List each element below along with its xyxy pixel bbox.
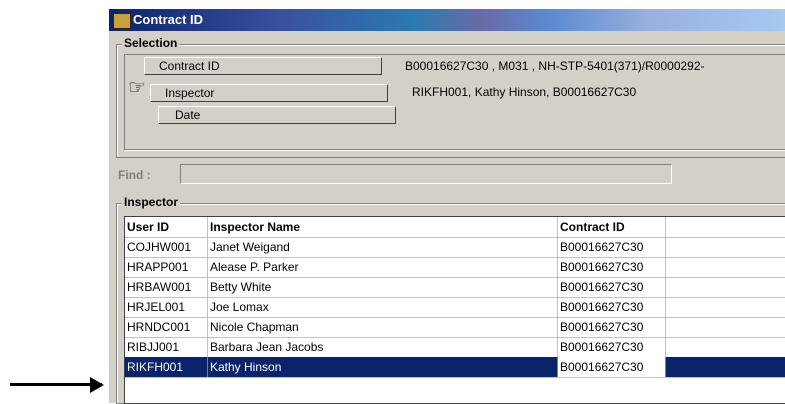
- find-input[interactable]: [180, 164, 672, 184]
- user-id-cell: HRAPP001: [125, 257, 208, 277]
- inspector-name-cell: Betty White: [208, 277, 558, 297]
- table-row[interactable]: HRNDC001 Nicole Chapman B00016627C30: [125, 317, 785, 338]
- column-header-contract-id[interactable]: Contract ID: [558, 217, 666, 237]
- user-id-cell: HRBAW001: [125, 277, 208, 297]
- date-selector-button[interactable]: Date: [158, 106, 396, 124]
- pointing-hand-icon: ☞: [128, 77, 146, 99]
- inspector-name-cell: Janet Weigand: [208, 237, 558, 257]
- table-row[interactable]: COJHW001 Janet Weigand B00016627C30: [125, 237, 785, 258]
- contract-id-selector-button[interactable]: Contract ID: [144, 57, 382, 75]
- inspector-value: RIKFH001, Kathy Hinson, B00016627C30: [412, 85, 637, 99]
- window-title: Contract ID: [133, 12, 204, 27]
- column-header-inspector-name[interactable]: Inspector Name: [208, 217, 558, 237]
- table-row[interactable]: HRBAW001 Betty White B00016627C30: [125, 277, 785, 298]
- user-id-cell: COJHW001: [125, 237, 208, 257]
- contract-id-cell: B00016627C30: [558, 357, 666, 377]
- table-row[interactable]: RIBJJ001 Barbara Jean Jacobs B00016627C3…: [125, 337, 785, 358]
- right-arrow-icon: [10, 383, 102, 386]
- contract-id-cell: B00016627C30: [558, 277, 666, 297]
- table-row[interactable]: HRAPP001 Alease P. Parker B00016627C30: [125, 257, 785, 278]
- title-bar[interactable]: Contract ID: [109, 9, 785, 31]
- app-icon: [113, 13, 131, 29]
- table-row[interactable]: HRJEL001 Joe Lomax B00016627C30: [125, 297, 785, 318]
- inspector-name-cell: Nicole Chapman: [208, 317, 558, 337]
- user-id-cell: RIKFH001: [125, 357, 208, 377]
- inspector-name-cell: Alease P. Parker: [208, 257, 558, 277]
- contract-id-value: B00016627C30 , M031 , NH-STP-5401(371)/R…: [405, 59, 705, 73]
- contract-id-cell: B00016627C30: [558, 257, 666, 277]
- contract-id-cell: B00016627C30: [558, 297, 666, 317]
- inspector-name-cell: Barbara Jean Jacobs: [208, 337, 558, 357]
- contract-id-cell: B00016627C30: [558, 237, 666, 257]
- selection-legend: Selection: [122, 36, 180, 50]
- user-id-cell: HRJEL001: [125, 297, 208, 317]
- inspector-selector-button[interactable]: Inspector: [150, 84, 388, 102]
- table-header-row: User ID Inspector Name Contract ID: [125, 217, 785, 238]
- user-id-cell: HRNDC001: [125, 317, 208, 337]
- column-header-user-id[interactable]: User ID: [125, 217, 208, 237]
- inspector-name-cell: Joe Lomax: [208, 297, 558, 317]
- find-label: Find :: [118, 168, 151, 182]
- contract-id-cell: B00016627C30: [558, 337, 666, 357]
- inspector-table: User ID Inspector Name Contract ID COJHW…: [124, 216, 785, 404]
- inspector-name-cell: Kathy Hinson: [208, 357, 558, 377]
- inspector-legend: Inspector: [122, 195, 181, 209]
- right-arrow-head-icon: [90, 377, 104, 393]
- contract-id-cell: B00016627C30: [558, 317, 666, 337]
- user-id-cell: RIBJJ001: [125, 337, 208, 357]
- table-row-selected[interactable]: RIKFH001 Kathy Hinson B00016627C30: [125, 357, 785, 378]
